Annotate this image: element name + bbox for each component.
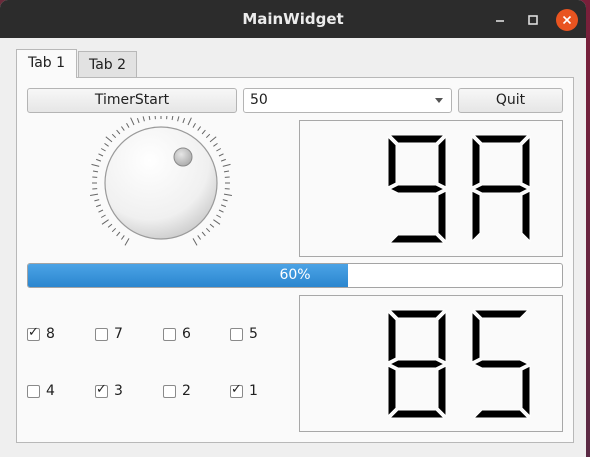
minimize-icon <box>496 20 504 22</box>
checkbox-label: 8 <box>46 326 55 342</box>
checkbox-box[interactable] <box>95 327 108 341</box>
checkbox-label: 6 <box>182 326 191 342</box>
timer-start-button[interactable]: TimerStart <box>27 88 237 113</box>
checkbox-label: 7 <box>114 326 123 342</box>
minimize-button[interactable] <box>489 9 511 31</box>
close-button[interactable] <box>556 9 578 31</box>
dial-knob-icon <box>90 111 232 246</box>
checkbox-box[interactable] <box>27 325 40 341</box>
maximize-button[interactable] <box>522 9 544 31</box>
dial[interactable] <box>86 111 236 256</box>
value-combobox[interactable]: 50 <box>243 88 452 113</box>
checkbox-6[interactable]: 6 <box>163 326 191 342</box>
checkbox-box[interactable] <box>27 384 40 398</box>
combo-value: 50 <box>250 92 268 108</box>
checkbox-label: 5 <box>249 326 258 342</box>
checkbox-1[interactable]: 1 <box>230 382 258 399</box>
checkbox-box[interactable] <box>230 327 243 341</box>
tab-1[interactable]: Tab 1 <box>16 49 77 78</box>
checkbox-8[interactable]: 8 <box>27 325 55 342</box>
lcd-display-bottom <box>299 295 563 432</box>
lcd-display-top <box>299 120 563 257</box>
checkbox-box[interactable] <box>95 382 108 398</box>
lcd-digits-bottom <box>387 309 531 419</box>
checkbox-2[interactable]: 2 <box>163 383 191 399</box>
lcd-digits-top <box>387 134 531 244</box>
progress-bar: 60% <box>27 263 563 288</box>
checkbox-label: 3 <box>114 383 123 399</box>
quit-button[interactable]: Quit <box>458 88 563 113</box>
checkbox-box[interactable] <box>230 382 243 398</box>
checkbox-4[interactable]: 4 <box>27 383 55 399</box>
main-window: MainWidget Tab 1 Tab 2 TimerStart 50 Qui… <box>0 0 586 457</box>
tab-2[interactable]: Tab 2 <box>78 51 137 78</box>
progress-text: 60% <box>279 267 311 283</box>
checkbox-box[interactable] <box>163 327 176 341</box>
checkbox-label: 1 <box>249 383 258 399</box>
checkbox-3[interactable]: 3 <box>95 382 123 399</box>
checkbox-7[interactable]: 7 <box>95 326 123 342</box>
checkbox-5[interactable]: 5 <box>230 326 258 342</box>
checkbox-label: 4 <box>46 383 55 399</box>
maximize-icon <box>528 15 538 25</box>
chevron-down-icon <box>435 98 443 103</box>
checkbox-box[interactable] <box>163 384 176 398</box>
title-bar[interactable]: MainWidget <box>0 0 586 38</box>
checkbox-label: 2 <box>182 383 191 399</box>
close-icon <box>562 15 572 25</box>
